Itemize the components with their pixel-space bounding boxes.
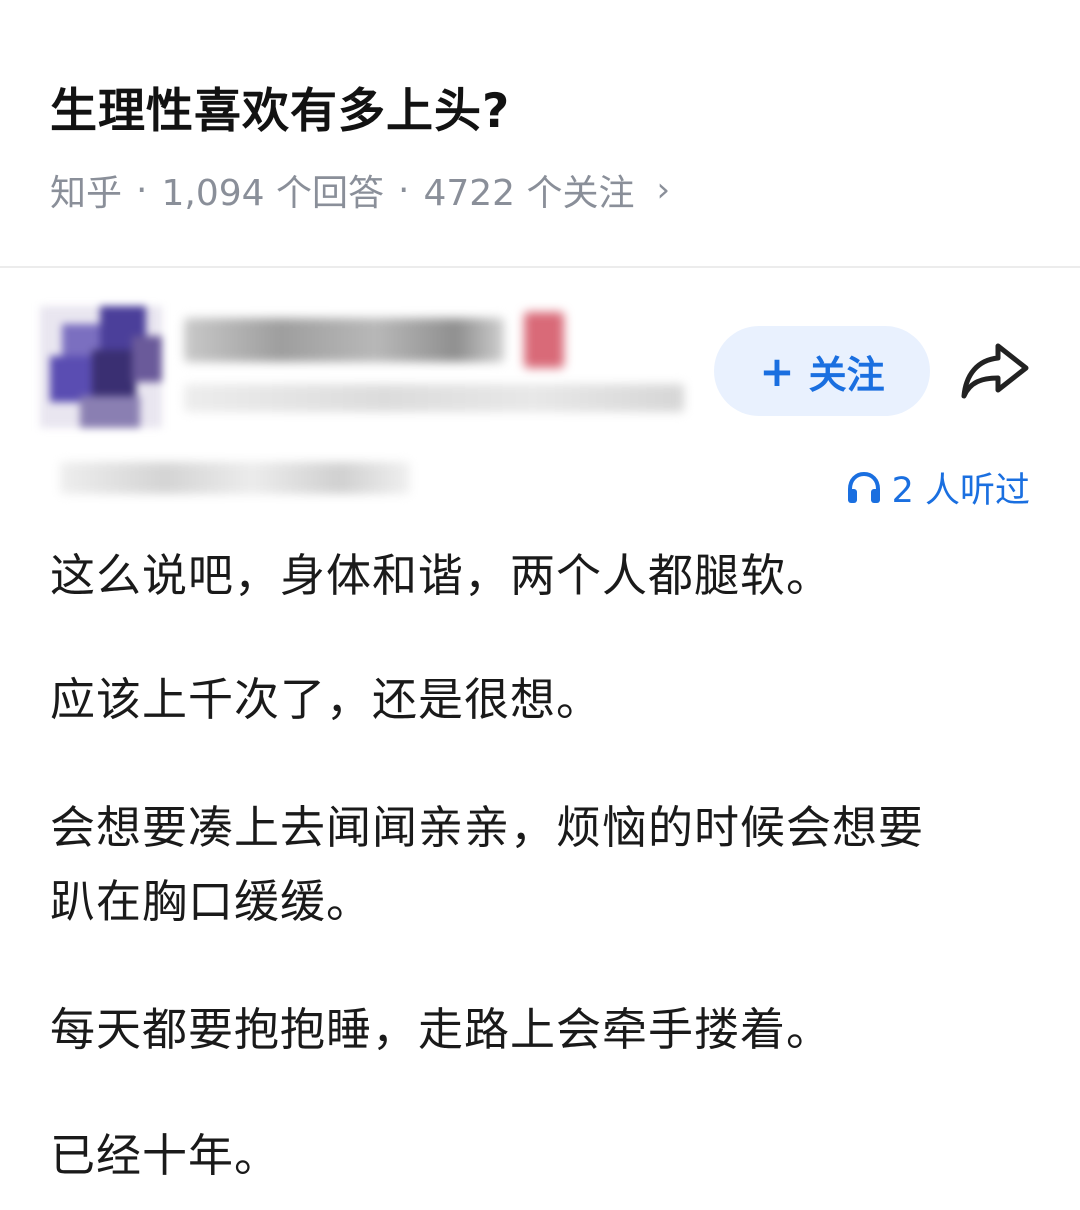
source-label: 知乎	[50, 173, 123, 214]
listen-text: 2 人听过	[891, 471, 1030, 511]
answer-count: 1,094 个回答	[161, 173, 384, 214]
share-arrow-icon[interactable]	[958, 340, 1032, 402]
follower-count: 4722 个关注	[423, 173, 635, 214]
follow-label: 关注	[808, 352, 885, 397]
answer-paragraph: 应该上千次了，还是很想。	[50, 673, 603, 726]
author-badge-redacted	[524, 312, 564, 368]
headphones-icon	[847, 471, 880, 503]
meta-separator: ·	[397, 169, 410, 211]
avatar[interactable]	[40, 306, 162, 428]
listen-count[interactable]: 2 人听过	[846, 462, 1030, 513]
author-meta-redacted	[60, 462, 410, 494]
plus-icon: +	[759, 346, 795, 396]
author-bio-redacted	[184, 384, 684, 412]
answer-paragraph: 每天都要抱抱睡，走路上会牵手搂着。	[50, 1003, 833, 1056]
meta-separator: ·	[136, 169, 148, 211]
follow-button[interactable]: + 关注	[714, 326, 930, 416]
answer-paragraph: 这么说吧，身体和谐，两个人都腿软。	[50, 549, 833, 602]
question-meta[interactable]: 知乎 · 1,094 个回答 · 4722 个关注 ›	[50, 164, 670, 216]
answer-paragraph: 会想要凑上去闻闻亲亲，烦恼的时候会想要	[50, 801, 925, 854]
question-title[interactable]: 生理性喜欢有多上头?	[50, 72, 510, 141]
author-name-redacted	[184, 318, 504, 362]
divider	[0, 266, 1080, 268]
answer-paragraph: 已经十年。	[50, 1129, 281, 1182]
chevron-right-icon: ›	[656, 170, 671, 210]
answer-paragraph: 趴在胸口缓缓。	[50, 875, 373, 928]
question-header: 生理性喜欢有多上头? 知乎 · 1,094 个回答 · 4722 个关注 ›	[0, 0, 1080, 266]
